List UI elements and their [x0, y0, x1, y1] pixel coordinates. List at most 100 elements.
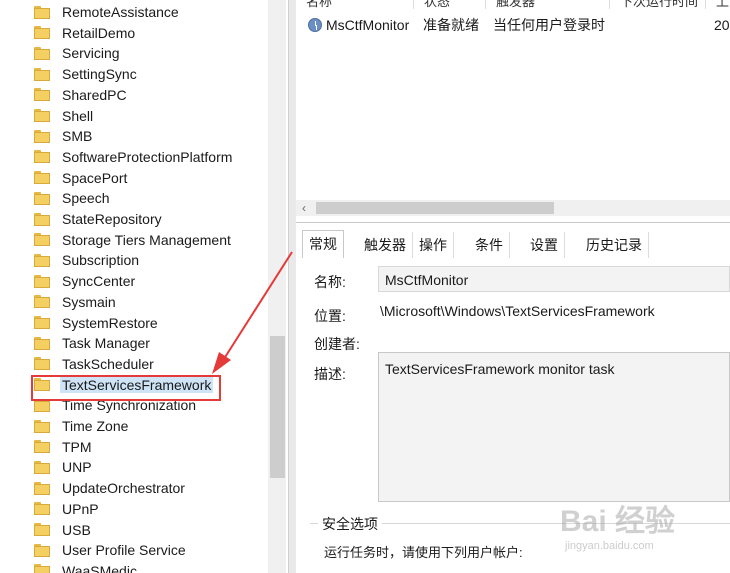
tree-item[interactable]: Time Zone — [34, 416, 130, 436]
tree-item[interactable]: RetailDemo — [34, 23, 137, 43]
folder-icon — [34, 481, 50, 495]
tree-item[interactable]: Shell — [34, 106, 95, 126]
tree-item[interactable]: User Profile Service — [34, 540, 188, 560]
tree-item[interactable]: USB — [34, 520, 93, 540]
folder-icon — [34, 212, 50, 226]
tree-item-label: USB — [62, 521, 91, 538]
tree-item[interactable]: TaskScheduler — [34, 354, 156, 374]
tree-item[interactable]: SoftwareProtectionPlatform — [34, 147, 234, 167]
tree-scrollbar-thumb[interactable] — [270, 336, 285, 478]
location-value: \Microsoft\Windows\TextServicesFramework — [380, 303, 655, 319]
column-header-trigger[interactable]: 触发器 — [486, 0, 610, 9]
tree-item-label: RetailDemo — [62, 24, 136, 41]
tree-item[interactable]: UNP — [34, 457, 94, 477]
folder-tree: RemoteAssistance RetailDemo Servicing Setti… — [0, 0, 288, 573]
tab-actions[interactable]: 操作 — [413, 232, 454, 258]
task-status-cell: 准备就绪 — [423, 17, 479, 33]
task-list: 名称 状态 触发器 下次运行时间 上 MsCtfMonitor 准备就绪 当任何… — [296, 0, 730, 223]
folder-icon — [34, 26, 50, 40]
tree-item[interactable]: Subscription — [34, 250, 141, 270]
description-field[interactable]: TextServicesFramework monitor task — [378, 352, 730, 502]
tree-item[interactable]: Servicing — [34, 43, 122, 63]
tab-triggers[interactable]: 触发器 — [358, 232, 413, 258]
folder-icon — [34, 129, 50, 143]
folder-icon — [34, 46, 50, 60]
folder-icon — [34, 336, 50, 350]
tree-item[interactable]: SharedPC — [34, 85, 129, 105]
tree-item-label: Subscription — [62, 252, 140, 269]
tab-settings[interactable]: 设置 — [524, 232, 565, 258]
folder-icon — [34, 233, 50, 247]
task-detail-tabs: 常规 触发器 操作 条件 设置 历史记录 — [296, 228, 730, 259]
folder-icon — [34, 564, 50, 573]
folder-icon — [34, 543, 50, 557]
tab-general[interactable]: 常规 — [302, 230, 344, 259]
tree-item-label: Sysmain — [62, 293, 116, 310]
tree-item-label: RemoteAssistance — [62, 4, 179, 20]
folder-icon — [34, 67, 50, 81]
tree-item-label: SharedPC — [62, 86, 127, 103]
folder-icon — [34, 440, 50, 454]
column-header-status[interactable]: 状态 — [414, 0, 486, 9]
column-header-next-run[interactable]: 下次运行时间 — [610, 0, 706, 9]
location-label: 位置: — [314, 308, 346, 324]
tab-history[interactable]: 历史记录 — [580, 232, 649, 258]
folder-icon — [34, 191, 50, 205]
tree-item[interactable]: StateRepository — [34, 209, 164, 229]
folder-icon — [34, 274, 50, 288]
column-header-name[interactable]: 名称 — [296, 0, 414, 9]
tree-item-label: Shell — [62, 107, 94, 124]
tree-item-label: SettingSync — [62, 66, 137, 83]
author-label: 创建者: — [314, 336, 360, 352]
tree-item-label: SoftwareProtectionPlatform — [62, 148, 233, 165]
tree-item-label: StateRepository — [62, 211, 162, 227]
tree-vertical-scrollbar[interactable] — [268, 0, 286, 573]
task-list-horizontal-scrollbar[interactable]: ‹ — [296, 200, 730, 216]
scroll-left-arrow-icon[interactable]: ‹ — [302, 200, 306, 216]
pane-splitter[interactable] — [288, 0, 296, 573]
folder-icon — [34, 316, 50, 329]
run-as-label: 运行任务时，请使用下列用户帐户: — [324, 545, 523, 560]
tree-item[interactable]: WaaSMedic — [34, 561, 139, 573]
tree-item-label: UNP — [62, 459, 92, 476]
tree-item[interactable]: Sysmain — [34, 292, 118, 312]
tree-item[interactable]: SyncCenter — [34, 271, 137, 291]
tree-item[interactable]: UPnP — [34, 499, 101, 519]
tree-item-label: Time Zone — [62, 418, 129, 434]
tree-item-label: Servicing — [62, 45, 120, 62]
tree-item-label: TPM — [62, 438, 92, 455]
folder-icon — [34, 295, 50, 309]
name-field[interactable]: MsCtfMonitor — [378, 266, 730, 292]
tree-item[interactable]: SpacePort — [34, 168, 129, 188]
tree-item[interactable]: RemoteAssistance — [34, 2, 181, 22]
tab-conditions[interactable]: 条件 — [469, 232, 510, 258]
folder-icon — [34, 523, 50, 536]
baidu-watermark-url: jingyan.baidu.com — [565, 540, 654, 552]
tree-item[interactable]: TPM — [34, 437, 94, 457]
task-list-scrollbar-thumb[interactable] — [316, 202, 554, 214]
folder-icon — [34, 88, 50, 102]
tree-item-label: TaskScheduler — [62, 355, 154, 372]
tree-item-label: SystemRestore — [62, 314, 158, 331]
folder-icon — [34, 109, 50, 122]
security-options-title: 安全选项 — [318, 514, 382, 534]
tree-item[interactable]: Speech — [34, 188, 111, 208]
tree-item-label: UpdateOrchestrator — [62, 480, 185, 497]
tree-item[interactable]: Storage Tiers Management — [34, 230, 233, 250]
tree-item-label: UPnP — [62, 500, 99, 517]
tree-item-label: SpacePort — [62, 169, 128, 186]
tree-item[interactable]: SMB — [34, 126, 94, 146]
folder-icon — [34, 5, 50, 19]
task-row[interactable]: MsCtfMonitor 准备就绪 当任何用户登录时 20 — [296, 12, 730, 38]
tree-item[interactable]: SettingSync — [34, 64, 139, 84]
folder-icon — [34, 419, 50, 433]
column-header-last-run[interactable]: 上 — [706, 0, 730, 9]
folder-icon — [34, 357, 50, 371]
tree-item-label: Speech — [62, 190, 110, 207]
tree-item[interactable]: Task Manager — [34, 333, 152, 353]
tree-item-label: Storage Tiers Management — [62, 231, 231, 248]
tree-item[interactable]: UpdateOrchestrator — [34, 478, 187, 498]
baidu-watermark-logo: Bai 经验 — [560, 505, 676, 538]
tree-item[interactable]: SystemRestore — [34, 313, 160, 333]
folder-icon — [34, 171, 50, 185]
